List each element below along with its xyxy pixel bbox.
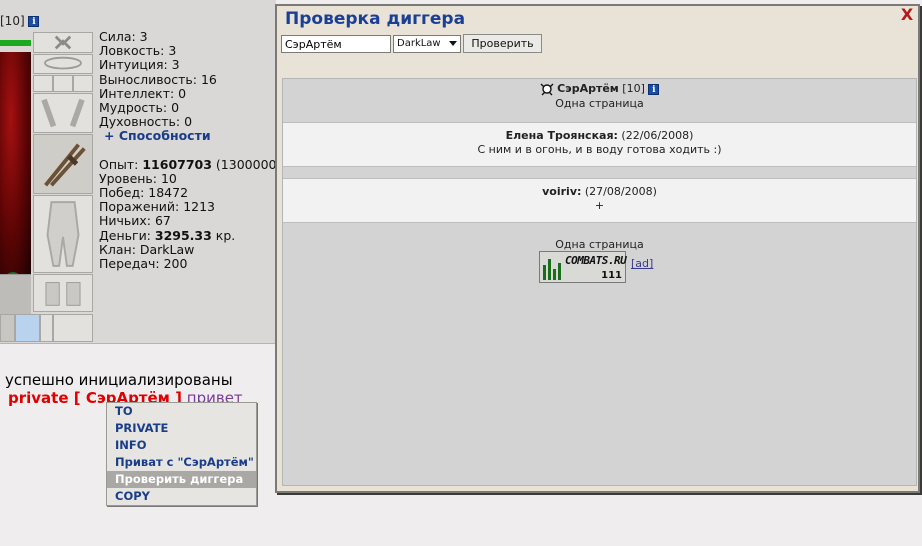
bar-chart-icon xyxy=(543,259,561,280)
transfers: Передач: 200 xyxy=(99,256,188,272)
counter-value: 111 xyxy=(601,270,622,281)
inventory-slot-bottom[interactable] xyxy=(0,274,31,314)
scroll-slot-2[interactable] xyxy=(15,314,40,342)
character-stats: Сила: 3 Ловкость: 3 Интуиция: 3 Вынослив… xyxy=(99,29,276,272)
wins: Побед: 18472 xyxy=(99,185,189,201)
armor-slot[interactable] xyxy=(33,195,93,273)
context-menu: TO PRIVATE INFO Приват с "СэрАртём" Пров… xyxy=(106,402,257,506)
ring-slot-2[interactable] xyxy=(53,75,73,92)
counter-banner[interactable]: COMBATS.RU 111 xyxy=(539,251,627,283)
pages-text: Одна страница xyxy=(555,238,644,251)
digger-check-dialog: Проверка диггера X DarkLaw Проверить Сэр… xyxy=(275,4,920,493)
counter-brand: COMBATS.RU xyxy=(565,254,627,267)
user-line: СэрАртём [10] i Одна страница xyxy=(283,82,916,110)
level: Уровень: 10 xyxy=(99,170,177,186)
stat-spirituality: Духовность: 0 xyxy=(99,114,193,130)
menu-item-private-with[interactable]: Приват с "СэрАртём" xyxy=(107,454,256,471)
check-button[interactable]: Проверить xyxy=(463,34,542,53)
menu-item-copy[interactable]: COPY xyxy=(107,488,256,505)
money: Деньги: 3295.33 кр. xyxy=(99,227,236,243)
weapon-slot[interactable] xyxy=(33,134,93,194)
menu-item-to[interactable]: TO xyxy=(107,403,256,420)
review-author: voiriv: xyxy=(542,185,582,198)
ring-slot-3[interactable] xyxy=(73,75,93,92)
stat-strength: Сила: 3 xyxy=(99,29,148,44)
ring-slot-1[interactable] xyxy=(33,75,53,92)
boots-slot[interactable] xyxy=(33,274,93,312)
stat-endurance: Выносливость: 16 xyxy=(99,71,217,87)
necklace-slot[interactable] xyxy=(33,54,93,74)
scroll-slot-4[interactable] xyxy=(53,314,93,342)
scroll-slot-1[interactable] xyxy=(0,314,15,342)
menu-item-check-digger[interactable]: Проверить диггера xyxy=(107,471,256,488)
clan: Клан: DarkLaw xyxy=(99,241,195,257)
abilities-link[interactable]: + Способности xyxy=(99,129,276,143)
review-text: + xyxy=(594,199,605,212)
character-portrait xyxy=(0,52,31,302)
stat-intuition: Интуиция: 3 xyxy=(99,57,180,73)
review-date: (22/06/2008) xyxy=(617,129,694,142)
review-entry: voiriv: (27/08/2008) + xyxy=(283,178,916,223)
character-level: [10] i xyxy=(0,14,40,28)
review-date: (27/08/2008) xyxy=(581,185,657,198)
gloves-slot[interactable] xyxy=(33,93,93,133)
dialog-title: Проверка диггера xyxy=(285,9,466,29)
losses: Поражений: 1213 xyxy=(99,199,216,215)
review-author: Елена Троянская: xyxy=(505,129,618,142)
character-panel: [10] i Сила: 3 Ловкость: 3 Интуиция: 3 В… xyxy=(0,0,276,344)
menu-item-private[interactable]: PRIVATE xyxy=(107,420,256,437)
draws: Ничьих: 67 xyxy=(99,213,171,229)
info-icon[interactable]: i xyxy=(648,83,660,95)
clan-emblem-icon xyxy=(540,83,554,95)
digger-results: СэрАртём [10] i Одна страница Елена Троя… xyxy=(282,78,917,486)
user-level: [10] xyxy=(618,82,645,95)
clan-select-value: DarkLaw xyxy=(397,38,441,49)
experience: Опыт: 11607703 (1300000 xyxy=(99,156,276,172)
helmet-slot[interactable] xyxy=(33,32,93,53)
scroll-slot-3[interactable] xyxy=(40,314,53,342)
hp-bar xyxy=(0,40,31,46)
clan-select[interactable]: DarkLaw xyxy=(393,35,461,53)
user-name[interactable]: СэрАртём xyxy=(557,82,619,95)
nick-input[interactable] xyxy=(281,35,391,53)
review-text: С ним и в огонь, и в воду готова ходить … xyxy=(477,143,722,156)
close-icon[interactable]: X xyxy=(900,7,914,23)
stat-agility: Ловкость: 3 xyxy=(99,43,177,59)
review-entry: Елена Троянская: (22/06/2008) С ним и в … xyxy=(283,122,916,167)
menu-item-info[interactable]: INFO xyxy=(107,437,256,454)
stat-intellect: Интеллект: 0 xyxy=(99,85,187,101)
chevron-down-icon xyxy=(449,41,457,46)
pages-text: Одна страница xyxy=(555,96,644,110)
level-text: [10] xyxy=(0,14,25,28)
info-icon[interactable]: i xyxy=(28,16,40,27)
chat-message: успешно инициализированы xyxy=(5,371,233,389)
stat-wisdom: Мудрость: 0 xyxy=(99,100,180,116)
ad-link[interactable]: [ad] xyxy=(631,257,653,270)
